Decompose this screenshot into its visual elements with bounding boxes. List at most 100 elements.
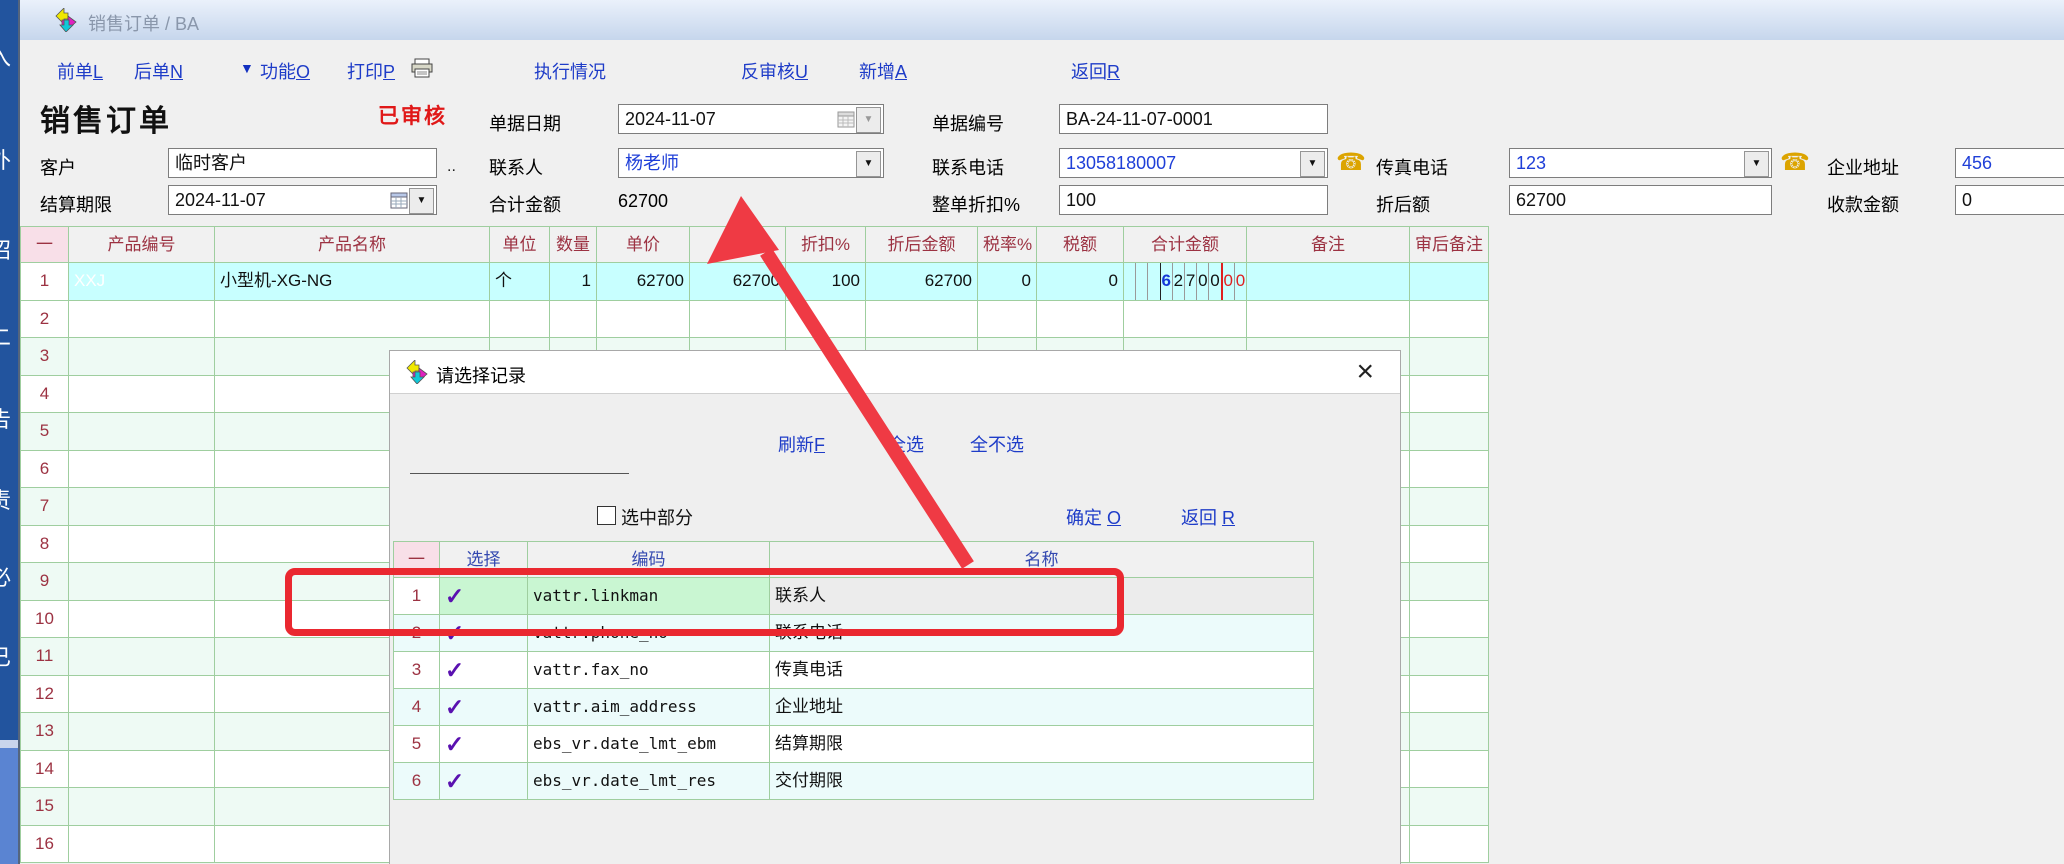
printer-icon[interactable] xyxy=(411,58,433,78)
table-cell[interactable] xyxy=(1410,263,1489,301)
toolbar-item-N[interactable]: 后单N xyxy=(134,58,183,84)
table-cell[interactable]: 1 xyxy=(550,263,597,301)
address-input[interactable]: 456 xyxy=(1955,148,2064,178)
dialog-table-row[interactable]: 1✓vattr.linkman联系人 xyxy=(393,578,1314,615)
row-checkmark-icon[interactable]: ✓ xyxy=(440,652,528,689)
table-cell[interactable] xyxy=(69,601,215,639)
table-cell[interactable]: 1 xyxy=(20,263,69,301)
table-cell[interactable]: 2 xyxy=(20,301,69,339)
table-cell[interactable] xyxy=(69,526,215,564)
settle-date-dropdown[interactable]: ▼ xyxy=(409,188,434,214)
contact-dropdown[interactable]: ▼ xyxy=(856,151,881,177)
dialog-table-cell[interactable]: 联系人 xyxy=(770,578,1314,615)
dialog-table-cell[interactable]: 交付期限 xyxy=(770,763,1314,800)
dialog-link-全不选[interactable]: 全不选 xyxy=(970,431,1024,457)
dialog-button-O[interactable]: 确定 O xyxy=(1066,504,1121,530)
table-cell[interactable] xyxy=(550,301,597,339)
fax-combobox[interactable]: 123 ▼ xyxy=(1509,148,1772,178)
table-cell[interactable] xyxy=(69,301,215,339)
fax-dropdown[interactable]: ▼ xyxy=(1744,151,1769,177)
table-cell[interactable] xyxy=(1410,676,1489,714)
doc-no-input[interactable]: BA-24-11-07-0001 xyxy=(1059,104,1328,134)
table-cell[interactable] xyxy=(69,413,215,451)
table-cell[interactable] xyxy=(69,563,215,601)
table-cell[interactable]: 62700 xyxy=(597,263,690,301)
settle-date-input[interactable]: 2024-11-07 ▼ xyxy=(168,185,437,215)
dialog-table-cell[interactable]: 2 xyxy=(393,615,440,652)
dialog-table-cell[interactable]: 企业地址 xyxy=(770,689,1314,726)
table-cell[interactable] xyxy=(1124,301,1247,339)
toolbar-item-O[interactable]: 功能O xyxy=(260,58,310,84)
table-cell[interactable]: 11 xyxy=(20,638,69,676)
table-cell[interactable]: 14 xyxy=(20,751,69,789)
dialog-table-cell[interactable]: ebs_vr.date_lmt_ebm xyxy=(528,726,770,763)
filter-input[interactable] xyxy=(410,473,629,474)
table-cell[interactable] xyxy=(1410,526,1489,564)
table-cell[interactable]: 16 xyxy=(20,826,69,864)
received-input[interactable]: 0 xyxy=(1955,185,2064,215)
after-disc-input[interactable]: 62700 xyxy=(1509,185,1772,215)
table-cell[interactable] xyxy=(1410,451,1489,489)
close-icon[interactable]: × xyxy=(1356,355,1374,389)
phone-combobox[interactable]: 13058180007 ▼ xyxy=(1059,148,1328,178)
toolbar-item-L[interactable]: 前单L xyxy=(57,58,103,84)
dialog-table-cell[interactable]: 联系电话 xyxy=(770,615,1314,652)
table-cell[interactable] xyxy=(786,301,866,339)
dialog-table-cell[interactable]: 4 xyxy=(393,689,440,726)
table-cell[interactable]: 个 xyxy=(490,263,550,301)
doc-date-input[interactable]: 2024-11-07 ▼ xyxy=(618,104,884,134)
dialog-table-cell[interactable]: vattr.fax_no xyxy=(528,652,770,689)
toolbar-item-U[interactable]: 反审核U xyxy=(741,58,808,84)
toolbar-item-执行情况[interactable]: 执行情况 xyxy=(534,58,606,84)
table-cell[interactable] xyxy=(978,301,1037,339)
table-cell[interactable]: 6 xyxy=(20,451,69,489)
table-cell[interactable] xyxy=(69,713,215,751)
table-cell[interactable]: 3 xyxy=(20,338,69,376)
contact-combobox[interactable]: 杨老师 ▼ xyxy=(618,148,884,178)
table-cell[interactable] xyxy=(1247,301,1410,339)
row-checkmark-icon[interactable]: ✓ xyxy=(440,689,528,726)
table-cell[interactable]: 9 xyxy=(20,563,69,601)
dialog-table-cell[interactable]: vattr.aim_address xyxy=(528,689,770,726)
dialog-table-cell[interactable]: ebs_vr.date_lmt_res xyxy=(528,763,770,800)
dialog-table-cell[interactable]: 5 xyxy=(393,726,440,763)
table-cell[interactable] xyxy=(1410,601,1489,639)
table-cell[interactable] xyxy=(1410,488,1489,526)
dialog-table-row[interactable]: 6✓ebs_vr.date_lmt_res交付期限 xyxy=(393,763,1314,800)
dialog-table-row[interactable]: 2✓vattr.phone_no联系电话 xyxy=(393,615,1314,652)
table-cell[interactable] xyxy=(69,338,215,376)
table-cell[interactable] xyxy=(69,638,215,676)
table-cell[interactable] xyxy=(1410,638,1489,676)
table-cell[interactable] xyxy=(69,676,215,714)
toolbar-item-R[interactable]: 返回R xyxy=(1071,58,1120,84)
table-cell[interactable] xyxy=(69,751,215,789)
table-cell[interactable] xyxy=(1247,263,1410,301)
table-cell[interactable] xyxy=(1410,713,1489,751)
table-cell[interactable]: 0 xyxy=(978,263,1037,301)
table-cell[interactable] xyxy=(1410,413,1489,451)
table-cell[interactable]: 7 xyxy=(20,488,69,526)
table-cell[interactable] xyxy=(69,376,215,414)
table-cell[interactable] xyxy=(215,301,490,339)
table-cell[interactable] xyxy=(69,788,215,826)
table-cell[interactable] xyxy=(690,301,786,339)
table-cell[interactable] xyxy=(1410,751,1489,789)
dialog-table-cell[interactable]: vattr.linkman xyxy=(528,578,770,615)
dialog-table-cell[interactable]: vattr.phone_no xyxy=(528,615,770,652)
dialog-button-R[interactable]: 返回 R xyxy=(1181,504,1235,530)
table-cell[interactable] xyxy=(597,301,690,339)
doc-date-dropdown[interactable]: ▼ xyxy=(856,107,881,133)
left-sidebar[interactable]: 入外招二告责必已 xyxy=(0,0,20,864)
table-cell[interactable] xyxy=(69,451,215,489)
table-cell[interactable] xyxy=(1410,563,1489,601)
dialog-table-cell[interactable]: 传真电话 xyxy=(770,652,1314,689)
customer-input[interactable]: 临时客户 xyxy=(168,148,437,178)
table-cell[interactable]: 5 xyxy=(20,413,69,451)
table-cell[interactable] xyxy=(1410,826,1489,864)
table-cell[interactable]: 4 xyxy=(20,376,69,414)
dialog-table-cell[interactable]: 6 xyxy=(393,763,440,800)
dialog-link-F[interactable]: 刷新F xyxy=(778,431,825,457)
table-cell[interactable]: 8 xyxy=(20,526,69,564)
table-cell[interactable]: XXJ xyxy=(69,263,215,301)
table-cell[interactable]: 13 xyxy=(20,713,69,751)
